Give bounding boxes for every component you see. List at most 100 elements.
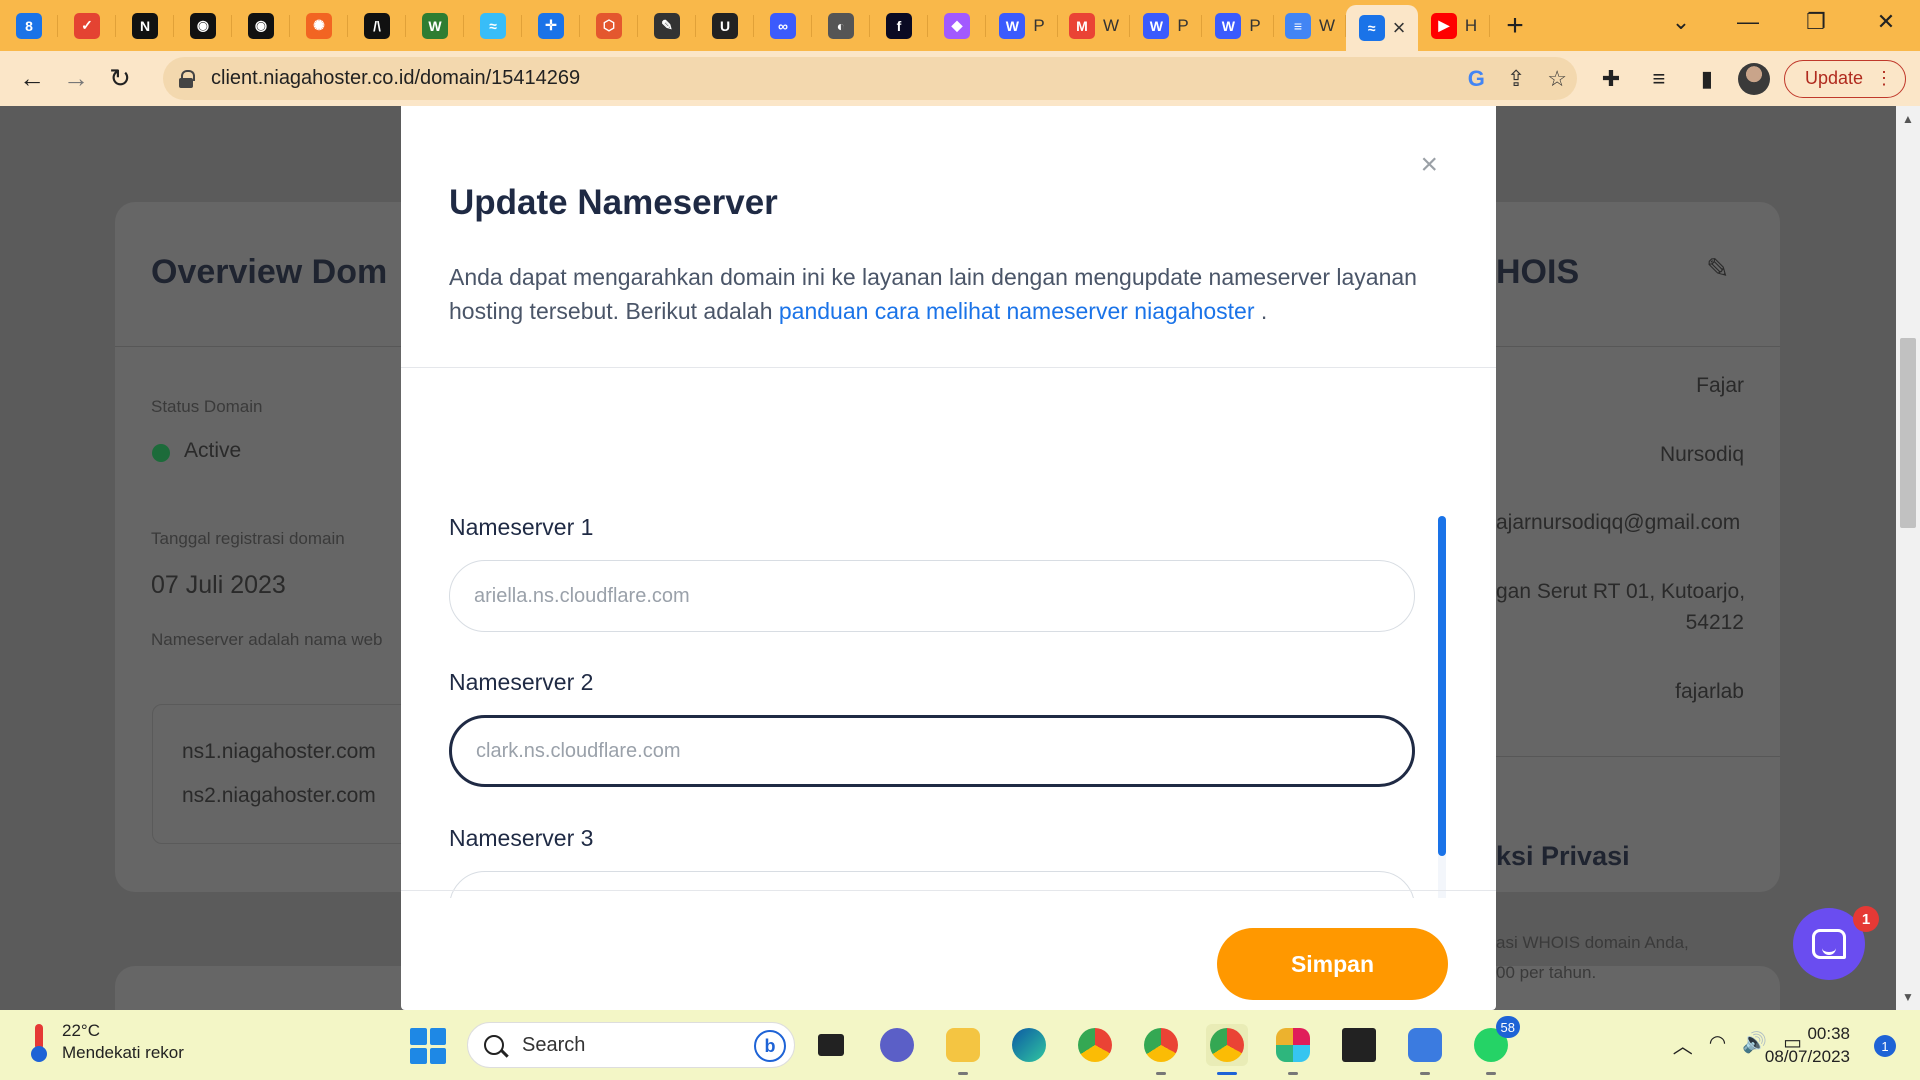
file-explorer-icon[interactable]	[942, 1024, 984, 1075]
whois-organization: fajarlab	[1675, 680, 1744, 703]
pwa-app-icon[interactable]	[1404, 1024, 1446, 1075]
chrome-icon[interactable]	[1074, 1024, 1116, 1066]
browser-tab[interactable]: ≈ ×	[1346, 5, 1418, 51]
lock-icon[interactable]	[179, 69, 195, 88]
profile-avatar[interactable]	[1737, 62, 1770, 95]
page-scrollbar[interactable]: ▲ ▼	[1896, 106, 1920, 1010]
browser-tab[interactable]: ✺	[290, 0, 348, 51]
scroll-up-icon[interactable]: ▲	[1902, 112, 1914, 126]
restore-icon[interactable]: ❐	[1782, 0, 1850, 44]
google-icon[interactable]: G	[1468, 66, 1485, 92]
task-view-icon[interactable]	[810, 1024, 852, 1066]
reload-icon[interactable]: ↻	[100, 59, 140, 99]
browser-tab[interactable]: WP	[1202, 0, 1274, 51]
browser-tab[interactable]: ▶ H	[1418, 0, 1490, 51]
clock-time: 00:38	[1807, 1024, 1850, 1043]
bookmark-star-icon[interactable]: ☆	[1547, 66, 1567, 92]
browser-tab[interactable]: f	[870, 0, 928, 51]
chrome-update-button[interactable]: Update ⋮	[1783, 59, 1906, 98]
nameserver-guide-link[interactable]: panduan cara melihat nameserver niagahos…	[779, 298, 1255, 324]
browser-tab[interactable]: ✓	[58, 0, 116, 51]
current-nameserver-box	[152, 704, 412, 844]
notion-icon: N	[132, 12, 158, 39]
wifi-icon[interactable]: ◠	[1709, 1030, 1726, 1059]
new-tab-button[interactable]: +	[1490, 9, 1540, 43]
browser-tab[interactable]: ◉	[174, 0, 232, 51]
youtube-icon: ▶	[1430, 12, 1457, 39]
whatsapp-icon[interactable]: 58	[1470, 1016, 1520, 1075]
sticky-notes-icon[interactable]	[1338, 1024, 1380, 1066]
notification-badge[interactable]: 1	[1874, 1035, 1896, 1057]
extensions-icon[interactable]: ✚	[1594, 62, 1628, 96]
forward-icon[interactable]: →	[56, 59, 96, 99]
volume-icon[interactable]: 🔊	[1742, 1030, 1767, 1059]
browser-tab[interactable]: ◉	[232, 0, 290, 51]
webflow-blue-icon: W	[999, 12, 1026, 39]
back-icon[interactable]: ←	[12, 59, 52, 99]
edit-pencil-icon[interactable]: ✎	[1706, 252, 1729, 285]
slack-icon[interactable]	[1272, 1024, 1314, 1075]
browser-tab[interactable]: ⬡	[580, 0, 638, 51]
nameserver-1-label: Nameserver 1	[449, 514, 594, 540]
close-icon[interactable]: ×	[1420, 148, 1438, 182]
browser-tab[interactable]: ◆	[928, 0, 986, 51]
nameserver-2-input[interactable]	[449, 715, 1415, 787]
tab-search-icon[interactable]: ⌄	[1647, 0, 1715, 44]
browser-tab[interactable]: MW	[1058, 0, 1130, 51]
chrome-active-icon[interactable]	[1206, 1024, 1248, 1075]
browser-tab[interactable]: U	[696, 0, 754, 51]
browser-tab[interactable]: /\	[348, 0, 406, 51]
nameserver-2-label: Nameserver 2	[449, 669, 594, 695]
browser-tab[interactable]: ≈	[464, 0, 522, 51]
url-text[interactable]: client.niagahoster.co.id/domain/15414269	[211, 67, 580, 90]
browser-tab[interactable]: ∞	[754, 0, 812, 51]
tab-close-icon[interactable]: ×	[1393, 15, 1406, 41]
browser-tab[interactable]: ◐	[812, 0, 870, 51]
chrome-profile-f-icon[interactable]	[1140, 1024, 1182, 1075]
browser-tab[interactable]: WP	[986, 0, 1058, 51]
nameserver-3-input[interactable]	[449, 871, 1415, 898]
minimize-icon[interactable]: —	[1714, 0, 1782, 44]
whois-last-name: Nursodiq	[1659, 443, 1744, 466]
todoist-icon: ✓	[74, 12, 100, 39]
freecodecamp-icon: f	[886, 12, 912, 39]
edge-icon[interactable]	[1008, 1024, 1050, 1066]
whois-first-name: Fajar	[1696, 374, 1744, 397]
status-label: Status Domain	[151, 397, 263, 416]
registration-label: Tanggal registrasi domain	[151, 529, 345, 548]
tray-overflow-icon[interactable]: ︿	[1673, 1030, 1693, 1059]
side-panel-icon[interactable]: ▮	[1690, 62, 1724, 96]
address-bar[interactable]: client.niagahoster.co.id/domain/15414269…	[163, 57, 1577, 100]
page-scroll-thumb[interactable]	[1900, 338, 1916, 528]
taskbar-search[interactable]: Search b	[467, 1022, 795, 1068]
browser-tab[interactable]: ≡ W	[1274, 0, 1346, 51]
browser-tab[interactable]: ✎	[638, 0, 696, 51]
teams-chat-icon[interactable]	[876, 1024, 918, 1066]
scroll-down-icon[interactable]: ▼	[1902, 990, 1914, 1004]
browser-toolbar: ← → ↻ client.niagahoster.co.id/domain/15…	[0, 51, 1920, 106]
browser-tab[interactable]: 8	[0, 0, 58, 51]
chatgpt-orange-icon: ✺	[306, 12, 332, 39]
clock[interactable]: 00:38 08/07/2023	[1765, 1022, 1850, 1068]
browser-tab[interactable]: N	[116, 0, 174, 51]
close-window-icon[interactable]: ✕	[1852, 0, 1920, 44]
tab-title: W	[1102, 15, 1120, 35]
registration-date: 07 Juli 2023	[151, 571, 286, 599]
media-controls-icon[interactable]: ≡	[1642, 62, 1676, 96]
weather-widget[interactable]: 22°C Mendekati rekor	[30, 1020, 184, 1064]
form-scroll-thumb[interactable]	[1438, 516, 1446, 856]
nameserver-form: Nameserver 1 Nameserver 2 Nameserver 3	[401, 404, 1496, 898]
browser-tab[interactable]: W	[406, 0, 464, 51]
webflow-blue-icon: W	[1143, 12, 1170, 39]
nameserver-1-input[interactable]	[449, 560, 1415, 632]
tab-title: P	[1249, 15, 1261, 35]
windows-start-icon[interactable]	[410, 1028, 446, 1064]
save-button[interactable]: Simpan	[1217, 928, 1448, 1000]
browser-tab[interactable]: WP	[1130, 0, 1202, 51]
modal-description: Anda dapat mengarahkan domain ini ke lay…	[449, 260, 1429, 328]
share-icon[interactable]: ⇪	[1507, 66, 1525, 92]
browser-tab[interactable]: ✛	[522, 0, 580, 51]
tab-title: P	[1033, 15, 1045, 35]
figma-icon: ◆	[944, 12, 970, 39]
bing-icon[interactable]: b	[754, 1030, 786, 1062]
